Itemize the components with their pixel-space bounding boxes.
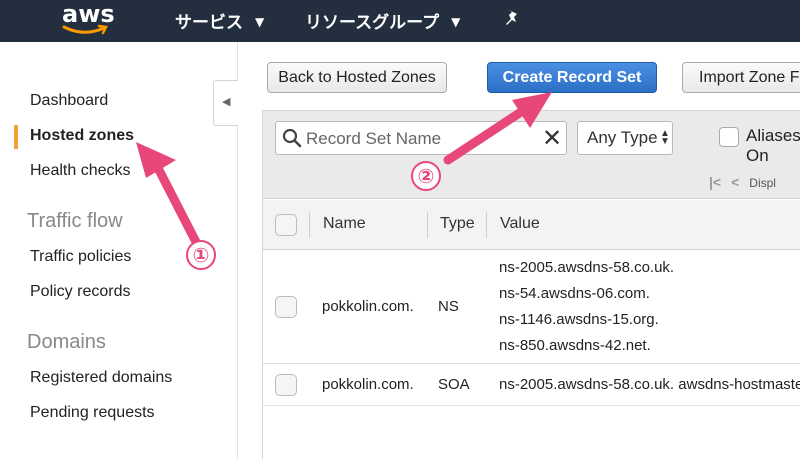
annotation-marker-2: ②: [411, 161, 441, 191]
annotation-marker-1: ①: [186, 240, 216, 270]
annotation-arrow-1: [136, 142, 201, 247]
annotation-arrows: [136, 92, 552, 247]
annotation-arrow-2: [443, 92, 552, 165]
